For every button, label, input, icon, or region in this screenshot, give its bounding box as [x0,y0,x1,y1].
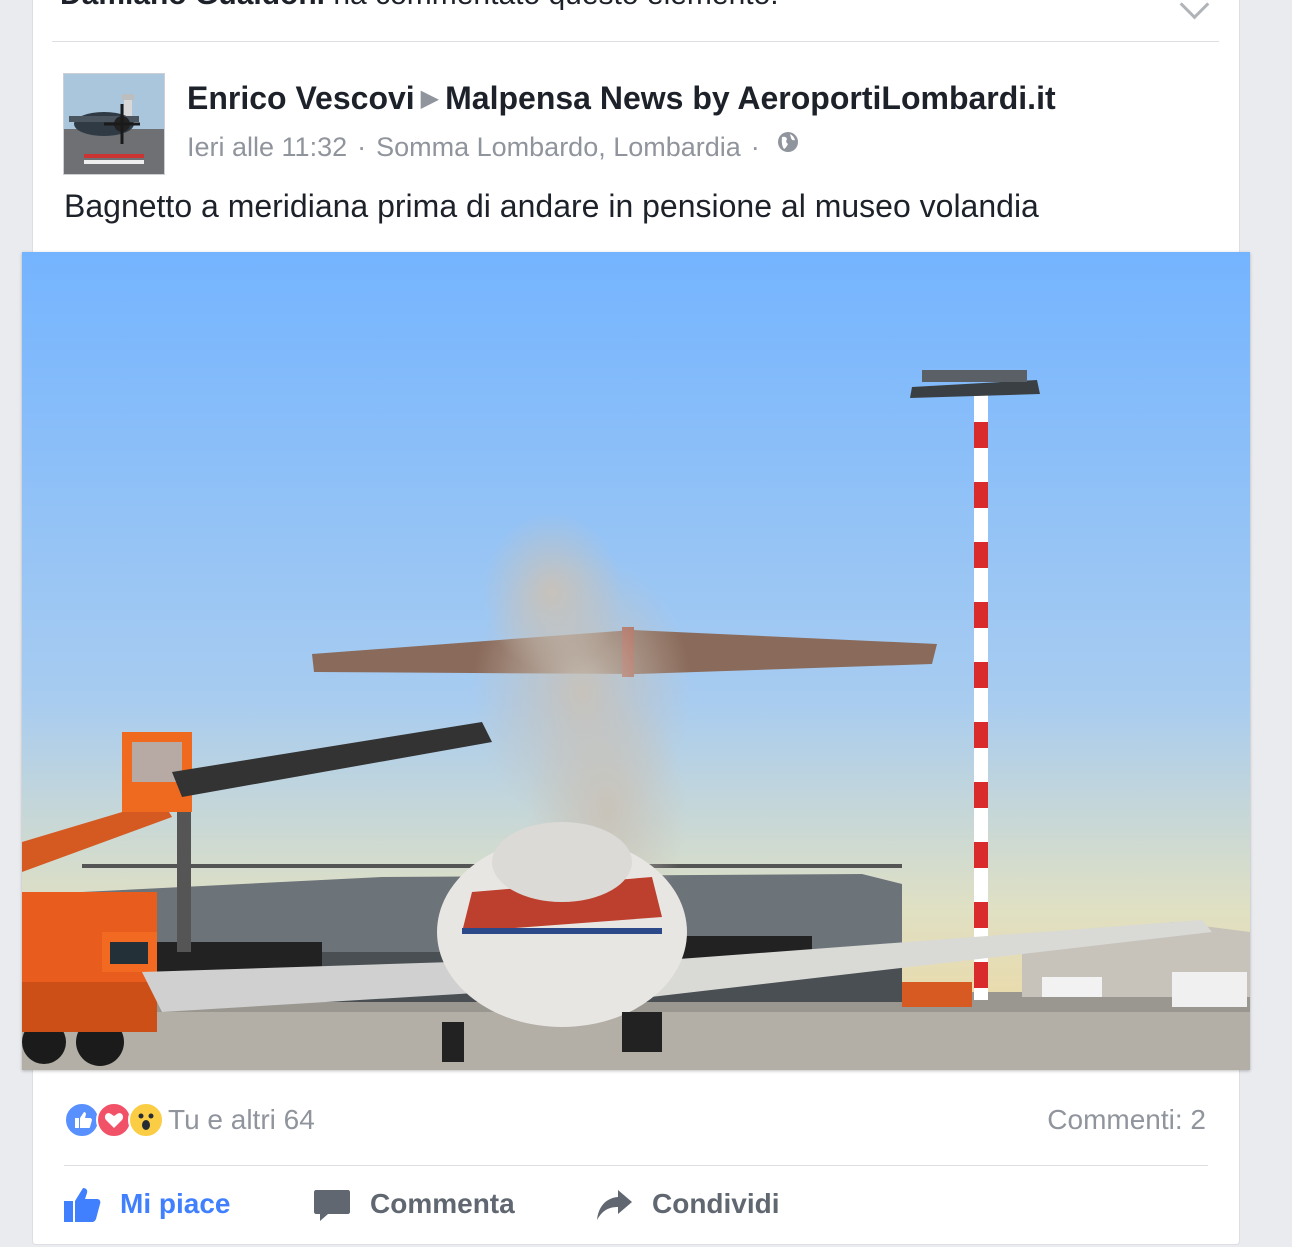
like-label: Mi piace [120,1188,231,1219]
like-reaction-icon [64,1102,100,1138]
divider [52,41,1219,42]
comment-button[interactable]: Commenta [312,1180,515,1228]
divider [64,1165,1208,1166]
author-name[interactable]: Enrico Vescovi [187,80,415,116]
comment-bubble-icon [314,1190,350,1221]
globe-icon[interactable] [776,130,800,161]
thumbs-up-icon [64,1188,101,1222]
post-photo[interactable] [22,252,1250,1070]
target-page-name[interactable]: Malpensa News by AeroportiLombardi.it [445,80,1055,116]
post-location[interactable]: Somma Lombardo, Lombardia [376,132,741,162]
share-label: Condividi [652,1188,780,1219]
play-arrow-icon: ▶ [420,85,440,112]
post-header: Enrico Vescovi ▶ Malpensa News by Aeroport… [187,80,1056,117]
wow-reaction-icon [128,1102,164,1138]
separator-dot: · [750,132,760,162]
post-meta: Ieri alle 11:32 · Somma Lombardo, Lombardi… [187,132,800,164]
notification-header[interactable]: Damiano Gualdoni ha commentato questo el… [60,0,779,12]
comment-label: Commenta [370,1188,515,1219]
like-button[interactable]: Mi piace [62,1180,230,1228]
reaction-count[interactable]: Tu e altri 64 [168,1104,315,1136]
avatar[interactable] [63,73,165,175]
post-text: Bagnetto a meridiana prima di andare in … [64,188,1039,224]
separator-dot: · [357,132,367,162]
notification-actor[interactable]: Damiano Gualdoni [60,0,325,11]
notification-text: ha commentato questo elemento. [333,0,778,11]
share-arrow-icon [597,1190,632,1220]
share-button[interactable]: Condividi [594,1180,780,1228]
post-timestamp[interactable]: Ieri alle 11:32 [187,132,347,162]
love-reaction-icon [96,1102,132,1138]
comments-count[interactable]: Commenti: 2 [1047,1104,1206,1136]
